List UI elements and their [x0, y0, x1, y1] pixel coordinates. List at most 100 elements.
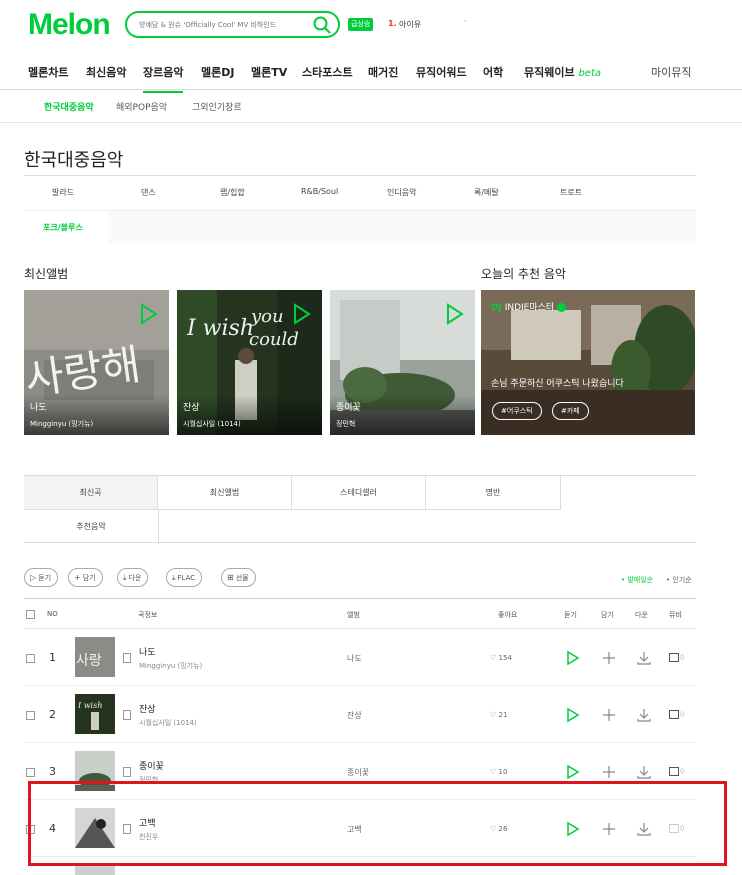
song-info-icon[interactable]	[123, 767, 131, 777]
nav-melon-dj[interactable]: 멜론DJ	[201, 64, 234, 80]
realtime-rank-keyword[interactable]: 아이유	[399, 19, 421, 30]
nav-my-music[interactable]: 마이뮤직	[651, 64, 691, 80]
search-box[interactable]	[125, 11, 340, 38]
genre-folk-blues-label: 포크/블루스	[43, 223, 83, 232]
album-card[interactable]: 사랑해 나도 Mingginyu (밍기뉴)	[24, 290, 169, 435]
recommend-title[interactable]: 손님 주문하신 어쿠스틱 나왔습니다	[491, 376, 624, 389]
download-icon[interactable]	[635, 763, 653, 781]
song-title[interactable]: 종이꽃	[139, 759, 164, 772]
download-icon[interactable]	[635, 706, 653, 724]
tab-steady-seller[interactable]: 스테디셀러	[292, 476, 426, 510]
genre-indie[interactable]: 인디음악	[387, 187, 416, 198]
album-card[interactable]: I wish you could 잔상 시월십사일 (1014)	[177, 290, 322, 435]
album-title[interactable]: 잔상	[183, 400, 200, 413]
song-title[interactable]: 잔상	[139, 702, 156, 715]
nav-music-award[interactable]: 뮤직어워드	[416, 64, 467, 80]
svg-text:you: you	[250, 306, 284, 327]
play-icon[interactable]	[563, 649, 581, 667]
beta-label: beta	[578, 68, 602, 79]
genre-dance[interactable]: 댄스	[141, 187, 156, 198]
mv-button[interactable]: 0	[669, 653, 684, 662]
mv-count: 0	[680, 710, 685, 719]
like-button[interactable]: ♡ 21	[490, 711, 507, 719]
genre-rock-metal[interactable]: 록/메탈	[474, 187, 499, 198]
rising-badge: 급상승	[348, 18, 374, 31]
album-card[interactable]: 종이꽃 정민혁	[330, 290, 475, 435]
add-icon[interactable]	[600, 763, 618, 781]
mv-button[interactable]: 0	[669, 767, 684, 776]
play-icon[interactable]	[289, 302, 313, 326]
row-checkbox[interactable]	[26, 654, 35, 663]
subnav-korean-popular[interactable]: 한국대중음악	[44, 100, 94, 113]
nav-melon-tv[interactable]: 멜론TV	[251, 64, 287, 80]
genre-hiphop[interactable]: 랩/힙합	[220, 187, 245, 198]
genre-folk-blues[interactable]: 포크/블루스	[24, 210, 108, 243]
recommend-tag[interactable]: #카페	[552, 402, 589, 420]
add-button[interactable]: + 담기	[68, 568, 103, 587]
dj-name[interactable]: DJ INDIE마스터	[491, 300, 567, 313]
add-icon[interactable]	[600, 706, 618, 724]
song-album[interactable]: 종이꽃	[347, 767, 369, 778]
play-icon[interactable]	[563, 706, 581, 724]
album-artist[interactable]: 시월십사일 (1014)	[183, 419, 241, 429]
song-album[interactable]: 잔상	[347, 710, 362, 721]
album-artist[interactable]: Mingginyu (밍기뉴)	[30, 419, 93, 429]
like-button[interactable]: ♡ 10	[490, 768, 507, 776]
select-all-checkbox[interactable]	[26, 610, 35, 619]
play-icon[interactable]	[136, 302, 160, 326]
subnav-overseas-pop[interactable]: 해외POP음악	[116, 100, 167, 113]
album-title[interactable]: 종이꽃	[336, 400, 361, 413]
genre-rnb-soul[interactable]: R&B/Soul	[301, 187, 338, 196]
sort-by-release[interactable]: • 발매일순	[621, 575, 653, 585]
song-album[interactable]: 나도	[347, 653, 362, 664]
melon-logo[interactable]: Melon	[28, 8, 111, 42]
song-info-icon[interactable]	[123, 653, 131, 663]
song-title[interactable]: 나도	[139, 645, 156, 658]
listen-label: 듣기	[38, 574, 52, 582]
play-icon[interactable]	[563, 763, 581, 781]
flac-button[interactable]: ⤓ FLAC	[166, 568, 203, 587]
row-checkbox[interactable]	[26, 768, 35, 777]
nav-magazine[interactable]: 매거진	[368, 64, 398, 80]
song-thumbnail[interactable]: 사랑	[75, 637, 115, 677]
song-info-icon[interactable]	[123, 710, 131, 720]
download-button[interactable]: ⤓ 다운	[117, 568, 149, 587]
tab-latest-albums[interactable]: 최신앨범	[158, 476, 292, 510]
tab-recommended[interactable]: 추천음악	[24, 510, 159, 544]
flac-label: FLAC	[177, 574, 196, 582]
album-artist[interactable]: 정민혁	[336, 419, 355, 429]
row-checkbox[interactable]	[26, 711, 35, 720]
genre-ballad[interactable]: 발라드	[52, 187, 74, 198]
like-count: 154	[498, 654, 512, 662]
tab-masterpiece[interactable]: 명반	[426, 476, 561, 510]
nav-genre-music[interactable]: 장르음악	[143, 64, 184, 93]
nav-starpost[interactable]: 스타포스트	[302, 64, 353, 80]
mv-count: 0	[680, 653, 685, 662]
tab-latest-songs[interactable]: 최신곡	[24, 476, 158, 510]
nav-melon-chart[interactable]: 멜론차트	[28, 64, 68, 80]
nav-language[interactable]: 어학	[483, 64, 503, 80]
recommend-card[interactable]: DJ INDIE마스터 손님 주문하신 어쿠스틱 나왔습니다 #어쿠스틱 #카페	[481, 290, 695, 435]
nav-music-wave-label: 뮤직웨이브	[524, 66, 575, 79]
search-input[interactable]	[139, 16, 309, 34]
listen-button[interactable]: ▷ 듣기	[24, 568, 59, 587]
add-icon[interactable]	[600, 649, 618, 667]
heart-icon: ♡	[490, 654, 497, 662]
song-artist[interactable]: 시월십사일 (1014)	[139, 718, 197, 728]
song-artist[interactable]: Mingginyu (밍기뉴)	[139, 661, 202, 671]
album-title[interactable]: 나도	[30, 400, 47, 413]
search-icon[interactable]	[312, 15, 332, 35]
genre-trot[interactable]: 트로트	[560, 187, 582, 198]
download-icon[interactable]	[635, 649, 653, 667]
nav-music-wave[interactable]: 뮤직웨이브 beta	[524, 64, 601, 80]
mv-button[interactable]: 0	[669, 710, 684, 719]
play-icon[interactable]	[442, 302, 466, 326]
gift-button[interactable]: ⊞ 선물	[221, 568, 256, 587]
sort-by-popularity[interactable]: • 인기순	[666, 575, 692, 585]
like-button[interactable]: ♡ 154	[490, 654, 512, 662]
song-thumbnail[interactable]: I wish	[75, 694, 115, 734]
nav-new-music[interactable]: 최신음악	[86, 64, 126, 80]
subnav-other-genres[interactable]: 그외인기장르	[192, 100, 242, 113]
recommend-tag[interactable]: #어쿠스틱	[492, 402, 542, 420]
mv-icon	[669, 767, 679, 776]
